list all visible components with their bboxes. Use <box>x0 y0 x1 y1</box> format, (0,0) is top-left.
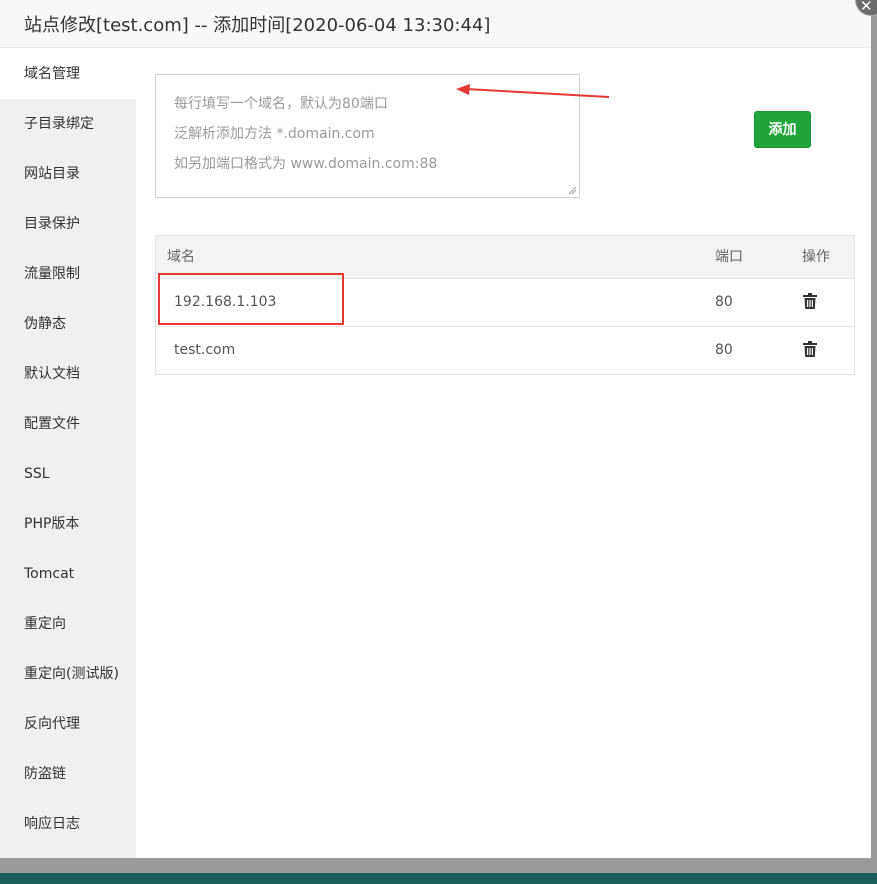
domain-cell: 192.168.1.103 <box>174 294 277 310</box>
domain-textarea-placeholder: 每行填写一个域名，默认为80端口 泛解析添加方法 *.domain.com 如另… <box>174 89 437 179</box>
placeholder-line: 泛解析添加方法 *.domain.com <box>174 126 375 142</box>
sidebar-item-site-directory[interactable]: 网站目录 <box>0 149 136 199</box>
sidebar-item-default-document[interactable]: 默认文档 <box>0 349 136 399</box>
domain-management-panel: 每行填写一个域名，默认为80端口 泛解析添加方法 *.domain.com 如另… <box>136 49 871 858</box>
sidebar-item-redirect-beta[interactable]: 重定向(测试版) <box>0 649 136 699</box>
sidebar-item-response-log[interactable]: 响应日志 <box>0 799 136 849</box>
background-strip <box>0 873 877 884</box>
close-button[interactable]: ✕ <box>856 0 877 15</box>
resize-handle-icon[interactable] <box>568 186 577 195</box>
dialog-title: 站点修改[test.com] -- 添加时间[2020-06-04 13:30:… <box>24 15 491 36</box>
port-cell: 80 <box>715 294 733 310</box>
close-icon: ✕ <box>860 0 873 15</box>
sidebar-item-rewrite[interactable]: 伪静态 <box>0 299 136 349</box>
sidebar-item-redirect[interactable]: 重定向 <box>0 599 136 649</box>
sidebar-item-subdirectory-binding[interactable]: 子目录绑定 <box>0 99 136 149</box>
table-header: 域名 端口 操作 <box>156 236 854 279</box>
add-domain-button[interactable]: 添加 <box>754 111 811 148</box>
sidebar-item-domain-management[interactable]: 域名管理 <box>0 49 136 99</box>
column-header-action: 操作 <box>802 249 830 265</box>
domain-cell: test.com <box>174 342 236 358</box>
trash-icon[interactable] <box>803 341 817 357</box>
placeholder-line: 每行填写一个域名，默认为80端口 <box>174 96 388 112</box>
annotation-arrow <box>456 84 610 98</box>
table-row: 192.168.1.103 80 <box>156 279 854 326</box>
sidebar-item-tomcat[interactable]: Tomcat <box>0 549 136 599</box>
site-edit-dialog: 站点修改[test.com] -- 添加时间[2020-06-04 13:30:… <box>0 0 871 858</box>
column-header-domain: 域名 <box>167 249 195 265</box>
dialog-titlebar: 站点修改[test.com] -- 添加时间[2020-06-04 13:30:… <box>0 0 871 48</box>
sidebar-item-reverse-proxy[interactable]: 反向代理 <box>0 699 136 749</box>
sidebar-item-config-file[interactable]: 配置文件 <box>0 399 136 449</box>
sidebar: 域名管理 子目录绑定 网站目录 目录保护 流量限制 伪静态 默认文档 配置文件 … <box>0 49 136 858</box>
sidebar-item-ssl[interactable]: SSL <box>0 449 136 499</box>
column-header-port: 端口 <box>715 249 743 265</box>
sidebar-item-directory-protection[interactable]: 目录保护 <box>0 199 136 249</box>
placeholder-line: 如另加端口格式为 www.domain.com:88 <box>174 156 438 172</box>
trash-icon[interactable] <box>803 293 817 309</box>
sidebar-item-hotlink-protection[interactable]: 防盗链 <box>0 749 136 799</box>
port-cell: 80 <box>715 342 733 358</box>
domain-table: 域名 端口 操作 192.168.1.103 80 test.com 80 <box>155 235 855 375</box>
table-row: test.com 80 <box>156 326 854 374</box>
sidebar-item-php-version[interactable]: PHP版本 <box>0 499 136 549</box>
sidebar-item-traffic-limit[interactable]: 流量限制 <box>0 249 136 299</box>
